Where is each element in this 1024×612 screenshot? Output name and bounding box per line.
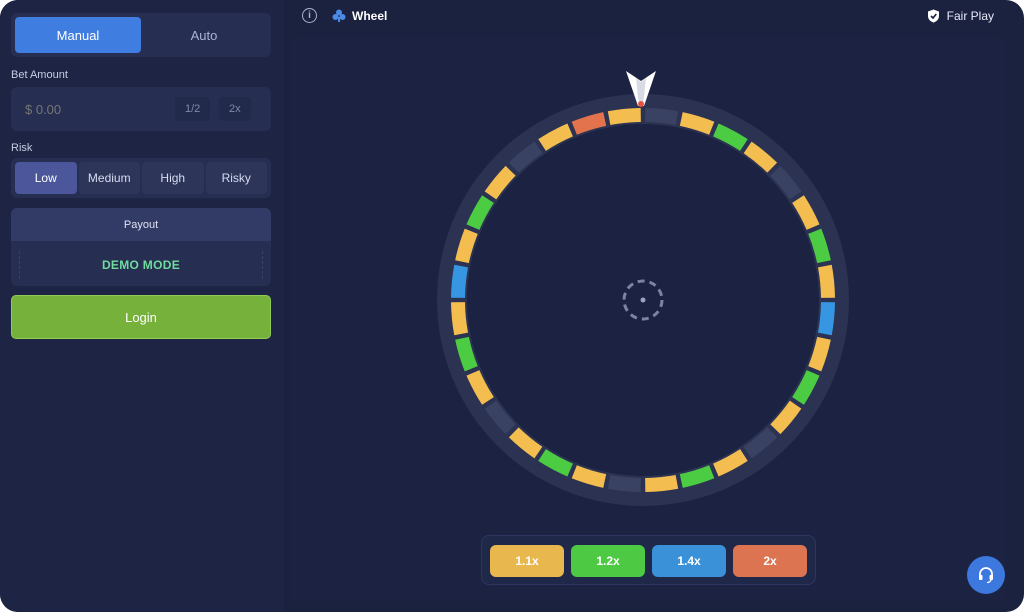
multiplier-1-4x: 1.4x xyxy=(652,545,726,577)
info-icon[interactable]: i xyxy=(302,8,317,23)
risk-risky-button[interactable]: Risky xyxy=(205,162,267,194)
wheel-center-dot xyxy=(640,297,646,303)
support-button[interactable] xyxy=(967,556,1005,594)
half-bet-button[interactable]: 1/2 xyxy=(175,97,211,121)
mode-tabs: Manual Auto xyxy=(11,13,271,57)
risk-label: Risk xyxy=(11,142,33,154)
multiplier-1-2x: 1.2x xyxy=(571,545,645,577)
risk-high-button[interactable]: High xyxy=(142,162,204,194)
multiplier-2x: 2x xyxy=(733,545,807,577)
payout-title: Payout xyxy=(11,208,271,241)
double-bet-button[interactable]: 2x xyxy=(219,97,251,121)
bet-amount-field: 1/2 2x xyxy=(11,87,271,131)
bet-amount-input[interactable] xyxy=(25,87,175,131)
multiplier-bar: 1.1x 1.2x 1.4x 2x xyxy=(481,535,816,585)
login-button[interactable]: Login xyxy=(11,295,271,339)
control-panel: Manual Auto Bet Amount 1/2 2x Risk Low M… xyxy=(0,0,284,612)
diamond-icon xyxy=(332,9,346,22)
game-area xyxy=(290,36,1006,602)
multiplier-1-1x: 1.1x xyxy=(490,545,564,577)
demo-mode-text: DEMO MODE xyxy=(19,251,263,279)
tab-manual[interactable]: Manual xyxy=(15,17,141,53)
bet-amount-label: Bet Amount xyxy=(11,69,68,81)
headset-icon xyxy=(979,567,993,584)
tab-auto[interactable]: Auto xyxy=(141,17,267,53)
risk-selector: Low Medium High Risky xyxy=(11,158,271,198)
game-title: Wheel xyxy=(352,9,388,23)
shield-check-icon xyxy=(928,9,939,23)
fair-play-link[interactable]: Fair Play xyxy=(947,9,994,23)
game-window: Manual Auto Bet Amount 1/2 2x Risk Low M… xyxy=(0,0,1024,612)
payout-box: Payout DEMO MODE xyxy=(11,208,271,286)
risk-low-button[interactable]: Low xyxy=(15,162,77,194)
wheel-canvas xyxy=(437,71,849,506)
top-bar: i Wheel Fair Play xyxy=(290,0,1024,33)
risk-medium-button[interactable]: Medium xyxy=(78,162,140,194)
